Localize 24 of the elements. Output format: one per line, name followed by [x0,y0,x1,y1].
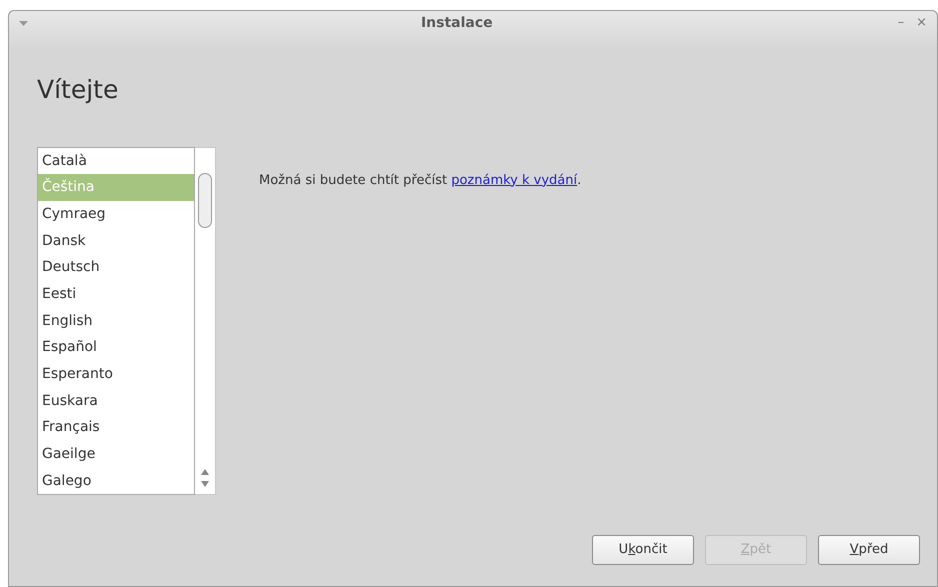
scroll-thumb[interactable] [198,172,212,228]
release-notes-link[interactable]: poznámky k vydání [451,172,578,188]
language-item[interactable]: Esperanto [38,361,194,388]
language-item[interactable]: Español [38,334,194,361]
scroll-down-icon[interactable] [201,480,209,486]
scrollbar[interactable] [195,146,216,494]
language-item[interactable]: Eesti [38,280,194,308]
language-item[interactable]: Català [38,148,194,174]
scroll-up-icon[interactable] [201,468,209,474]
language-item[interactable]: Dansk [38,228,194,254]
release-notes-text: Možná si budete chtít přečíst poznámky k vydání. [259,172,582,188]
language-item[interactable]: Galego [38,468,194,494]
window-title: Instalace [420,14,494,32]
language-item[interactable]: Cymraeg [38,200,194,228]
wizard-button[interactable]: Ukončit [592,535,694,565]
language-item[interactable]: Français [38,414,194,442]
close-button[interactable]: × [916,13,927,33]
wizard-button[interactable]: Vpřed [818,535,920,565]
language-item[interactable]: Euskara [38,388,194,414]
language-item[interactable]: Gaeilge [38,441,194,468]
menu-arrow-icon[interactable] [19,20,28,26]
language-item[interactable]: English [38,308,194,334]
language-item[interactable]: Deutsch [38,254,194,281]
page-heading: Vítejte [36,74,120,106]
